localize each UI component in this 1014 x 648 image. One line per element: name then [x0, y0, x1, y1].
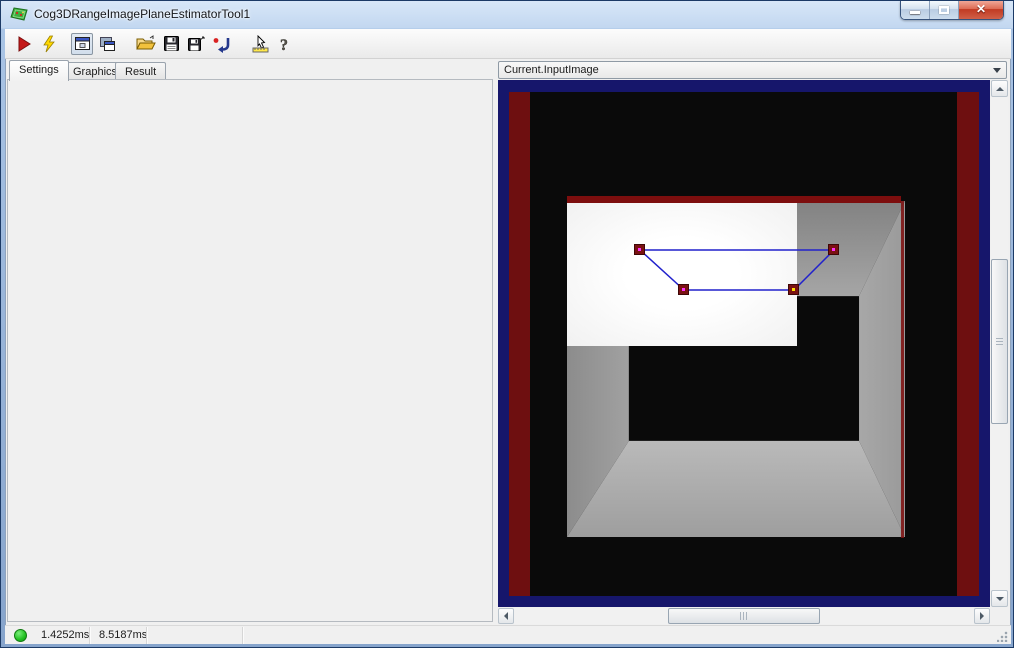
window-controls: ✕ — [900, 1, 1004, 20]
region-polygon[interactable] — [498, 80, 990, 607]
scroll-down-button[interactable] — [991, 590, 1008, 607]
image-display[interactable] — [498, 80, 990, 607]
status-led-icon — [14, 629, 27, 642]
display-source-value: Current.InputImage — [504, 64, 599, 76]
arrow-down-icon — [996, 597, 1004, 601]
pixel-pointer-icon[interactable] — [249, 33, 271, 55]
status-bar: 1.4252ms 8.5187ms — [5, 625, 1011, 644]
polygon-vertex-handle[interactable] — [678, 284, 689, 295]
tab-settings-label: Settings — [19, 64, 59, 76]
show-image-pane-icon[interactable] — [71, 33, 93, 55]
chevron-down-icon — [993, 68, 1001, 73]
scroll-left-button[interactable] — [498, 608, 514, 624]
float-pane-icon[interactable] — [96, 33, 118, 55]
polygon-vertex-handle[interactable] — [828, 244, 839, 255]
svg-text:?: ? — [280, 37, 288, 53]
minimize-button[interactable] — [901, 1, 930, 19]
arrow-left-icon — [504, 612, 508, 620]
run-icon[interactable] — [13, 33, 35, 55]
vertical-scroll-thumb[interactable] — [991, 259, 1008, 424]
electric-run-icon[interactable] — [38, 33, 60, 55]
settings-tab-page — [7, 79, 493, 622]
tab-result-label: Result — [125, 66, 156, 78]
close-icon: ✕ — [959, 2, 1003, 16]
tab-settings[interactable]: Settings — [9, 60, 69, 81]
cognex-tool-icon — [10, 7, 29, 25]
close-button[interactable]: ✕ — [959, 1, 1003, 19]
arrow-right-icon — [980, 612, 984, 620]
tool-window: Cog3DRangeImagePlaneEstimatorTool1 ✕ — [0, 0, 1014, 648]
scroll-up-button[interactable] — [991, 80, 1008, 97]
main-toolbar: ? — [5, 29, 1011, 59]
window-title: Cog3DRangeImagePlaneEstimatorTool1 — [34, 1, 250, 28]
save-icon[interactable] — [160, 33, 182, 55]
display-source-dropdown[interactable]: Current.InputImage — [498, 61, 1007, 79]
open-file-icon[interactable] — [135, 33, 157, 55]
maximize-button[interactable] — [930, 1, 959, 19]
arrow-up-icon — [996, 87, 1004, 91]
polygon-vertex-handle-selected[interactable] — [788, 284, 799, 295]
total-time: 8.5187ms — [99, 629, 147, 641]
resize-grip[interactable] — [997, 631, 1008, 642]
title-bar[interactable]: Cog3DRangeImagePlaneEstimatorTool1 ✕ — [1, 1, 1013, 29]
reset-icon[interactable] — [210, 33, 232, 55]
horizontal-scroll-thumb[interactable] — [668, 608, 820, 624]
save-as-icon[interactable] — [185, 33, 207, 55]
vertical-scrollbar[interactable] — [991, 80, 1008, 607]
help-icon[interactable]: ? — [274, 33, 296, 55]
horizontal-scrollbar[interactable] — [498, 608, 990, 624]
maximize-icon — [939, 6, 949, 14]
scroll-right-button[interactable] — [974, 608, 990, 624]
polygon-vertex-handle[interactable] — [634, 244, 645, 255]
run-time: 1.4252ms — [41, 629, 89, 641]
tab-graphics-label: Graphics — [73, 66, 117, 78]
minimize-icon — [910, 11, 920, 14]
